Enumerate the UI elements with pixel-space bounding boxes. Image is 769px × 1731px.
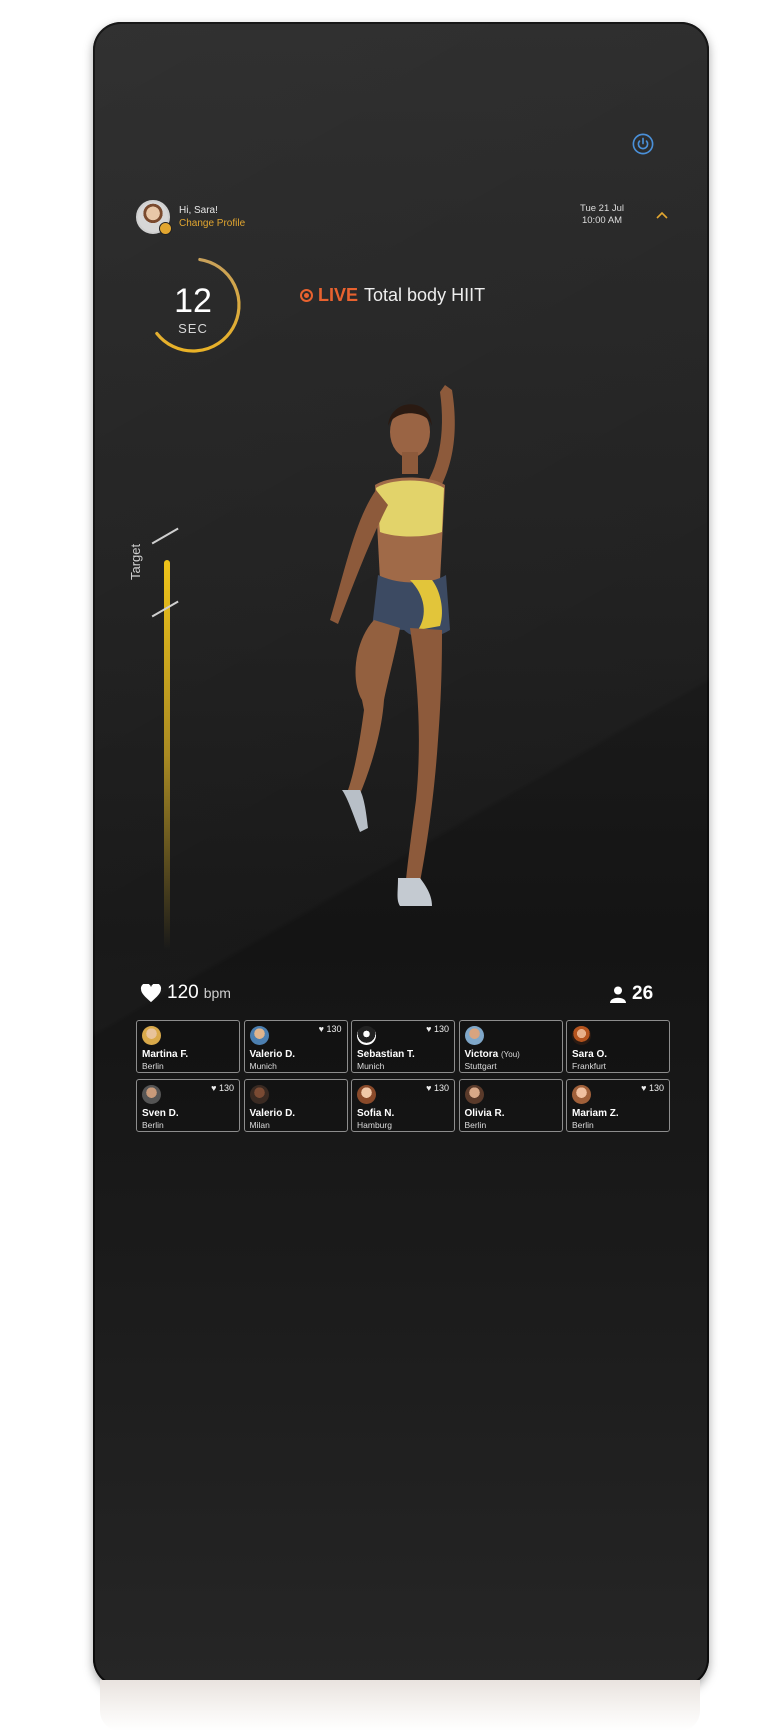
class-title: Total body HIIT (364, 285, 486, 305)
avatar (249, 1026, 269, 1045)
power-icon[interactable] (632, 133, 654, 155)
participant-name: Sven D. (142, 1108, 179, 1119)
avatar (357, 1026, 376, 1045)
participant-card[interactable]: Valerio D. Milan (243, 1079, 348, 1132)
participant-name: Martina F. (142, 1049, 189, 1060)
participant-card[interactable]: ♥ 130 Valerio D. Munich (243, 1020, 348, 1073)
heart-rate-value: 120 (167, 982, 199, 1003)
participant-count: 26 (610, 983, 653, 1005)
participant-name: Valerio D. (249, 1108, 296, 1119)
participant-card[interactable]: Olivia R. Berlin (458, 1079, 563, 1132)
trainer-video (330, 385, 455, 906)
participant-name: Sofia N. (357, 1108, 395, 1119)
time-text: 10:00 AM (581, 215, 623, 226)
participant-card[interactable]: Sara O. Frankfurt (566, 1020, 670, 1073)
timer-value: 12 (174, 282, 212, 320)
participant-city: Munich (357, 1061, 385, 1071)
avatar (249, 1085, 269, 1104)
avatar[interactable] (136, 200, 172, 235)
participant-name: Sara O. (572, 1049, 608, 1060)
participants-grid: Martina F. Berlin ♥ 130 Valerio D. Munic… (136, 1020, 673, 1132)
live-indicator-icon (300, 289, 313, 302)
live-class-header: LIVE Total body HIIT (300, 285, 485, 306)
heart-rate-unit: bpm (203, 985, 231, 1001)
avatar (572, 1026, 591, 1045)
target-label: Target (128, 543, 143, 580)
participant-city: Berlin (572, 1120, 594, 1130)
avatar (464, 1026, 484, 1045)
participant-city: Milan (249, 1120, 270, 1130)
countdown-timer: 12 SEC (143, 255, 255, 367)
avatar (142, 1085, 161, 1104)
participant-heart-rate: ♥ 130 (641, 1083, 664, 1093)
participant-heart-rate: ♥ 130 (426, 1083, 449, 1093)
edit-badge-icon (159, 222, 172, 235)
participant-city: Hamburg (357, 1120, 392, 1130)
participant-count-value: 26 (632, 983, 654, 1004)
participant-name: Valerio D. (249, 1049, 296, 1060)
profile-switcher[interactable]: Hi, Sara! Change Profile (136, 200, 245, 235)
participant-heart-rate: ♥ 130 (211, 1083, 234, 1093)
heart-rate-bar (164, 560, 170, 950)
you-tag: (You) (501, 1050, 520, 1059)
participant-card[interactable]: ♥ 130 Sofia N. Hamburg (351, 1079, 455, 1132)
avatar (357, 1085, 376, 1104)
participant-card[interactable]: Victora (You) Stuttgart (458, 1020, 563, 1073)
live-label: LIVE (318, 285, 359, 305)
date-text: Tue 21 Jul (580, 203, 625, 214)
participant-city: Stuttgart (464, 1061, 497, 1071)
participant-name: Olivia R. (464, 1108, 505, 1119)
greeting-text: Hi, Sara! (179, 205, 218, 216)
participant-city: Berlin (142, 1061, 164, 1071)
avatar (464, 1085, 484, 1104)
participant-card[interactable]: ♥ 130 Mariam Z. Berlin (566, 1079, 670, 1132)
participant-name: Victora (You) (464, 1049, 520, 1060)
participant-heart-rate: ♥ 130 (426, 1024, 449, 1034)
avatar (572, 1085, 591, 1104)
datetime: Tue 21 Jul 10:00 AM (580, 203, 624, 227)
participant-name: Sebastian T. (357, 1049, 415, 1060)
participant-card[interactable]: ♥ 130 Sebastian T. Munich (351, 1020, 455, 1073)
heart-icon (140, 983, 162, 1002)
mirror-base (100, 1680, 700, 1731)
participant-card[interactable]: ♥ 130 Sven D. Berlin (136, 1079, 240, 1132)
change-profile-link[interactable]: Change Profile (179, 217, 245, 230)
participant-city: Berlin (142, 1120, 164, 1130)
participant-city: Berlin (464, 1120, 487, 1130)
participant-name: Mariam Z. (572, 1108, 619, 1119)
timer-unit: SEC (178, 321, 208, 336)
person-icon (610, 986, 626, 1003)
heart-rate-readout: 120 bpm (140, 982, 231, 1004)
chevron-up-icon[interactable] (656, 211, 668, 219)
participant-city: Frankfurt (572, 1061, 607, 1071)
participant-card[interactable]: Martina F. Berlin (136, 1020, 240, 1073)
participant-city: Munich (249, 1061, 277, 1071)
avatar (142, 1026, 161, 1045)
participant-heart-rate: ♥ 130 (318, 1024, 342, 1034)
